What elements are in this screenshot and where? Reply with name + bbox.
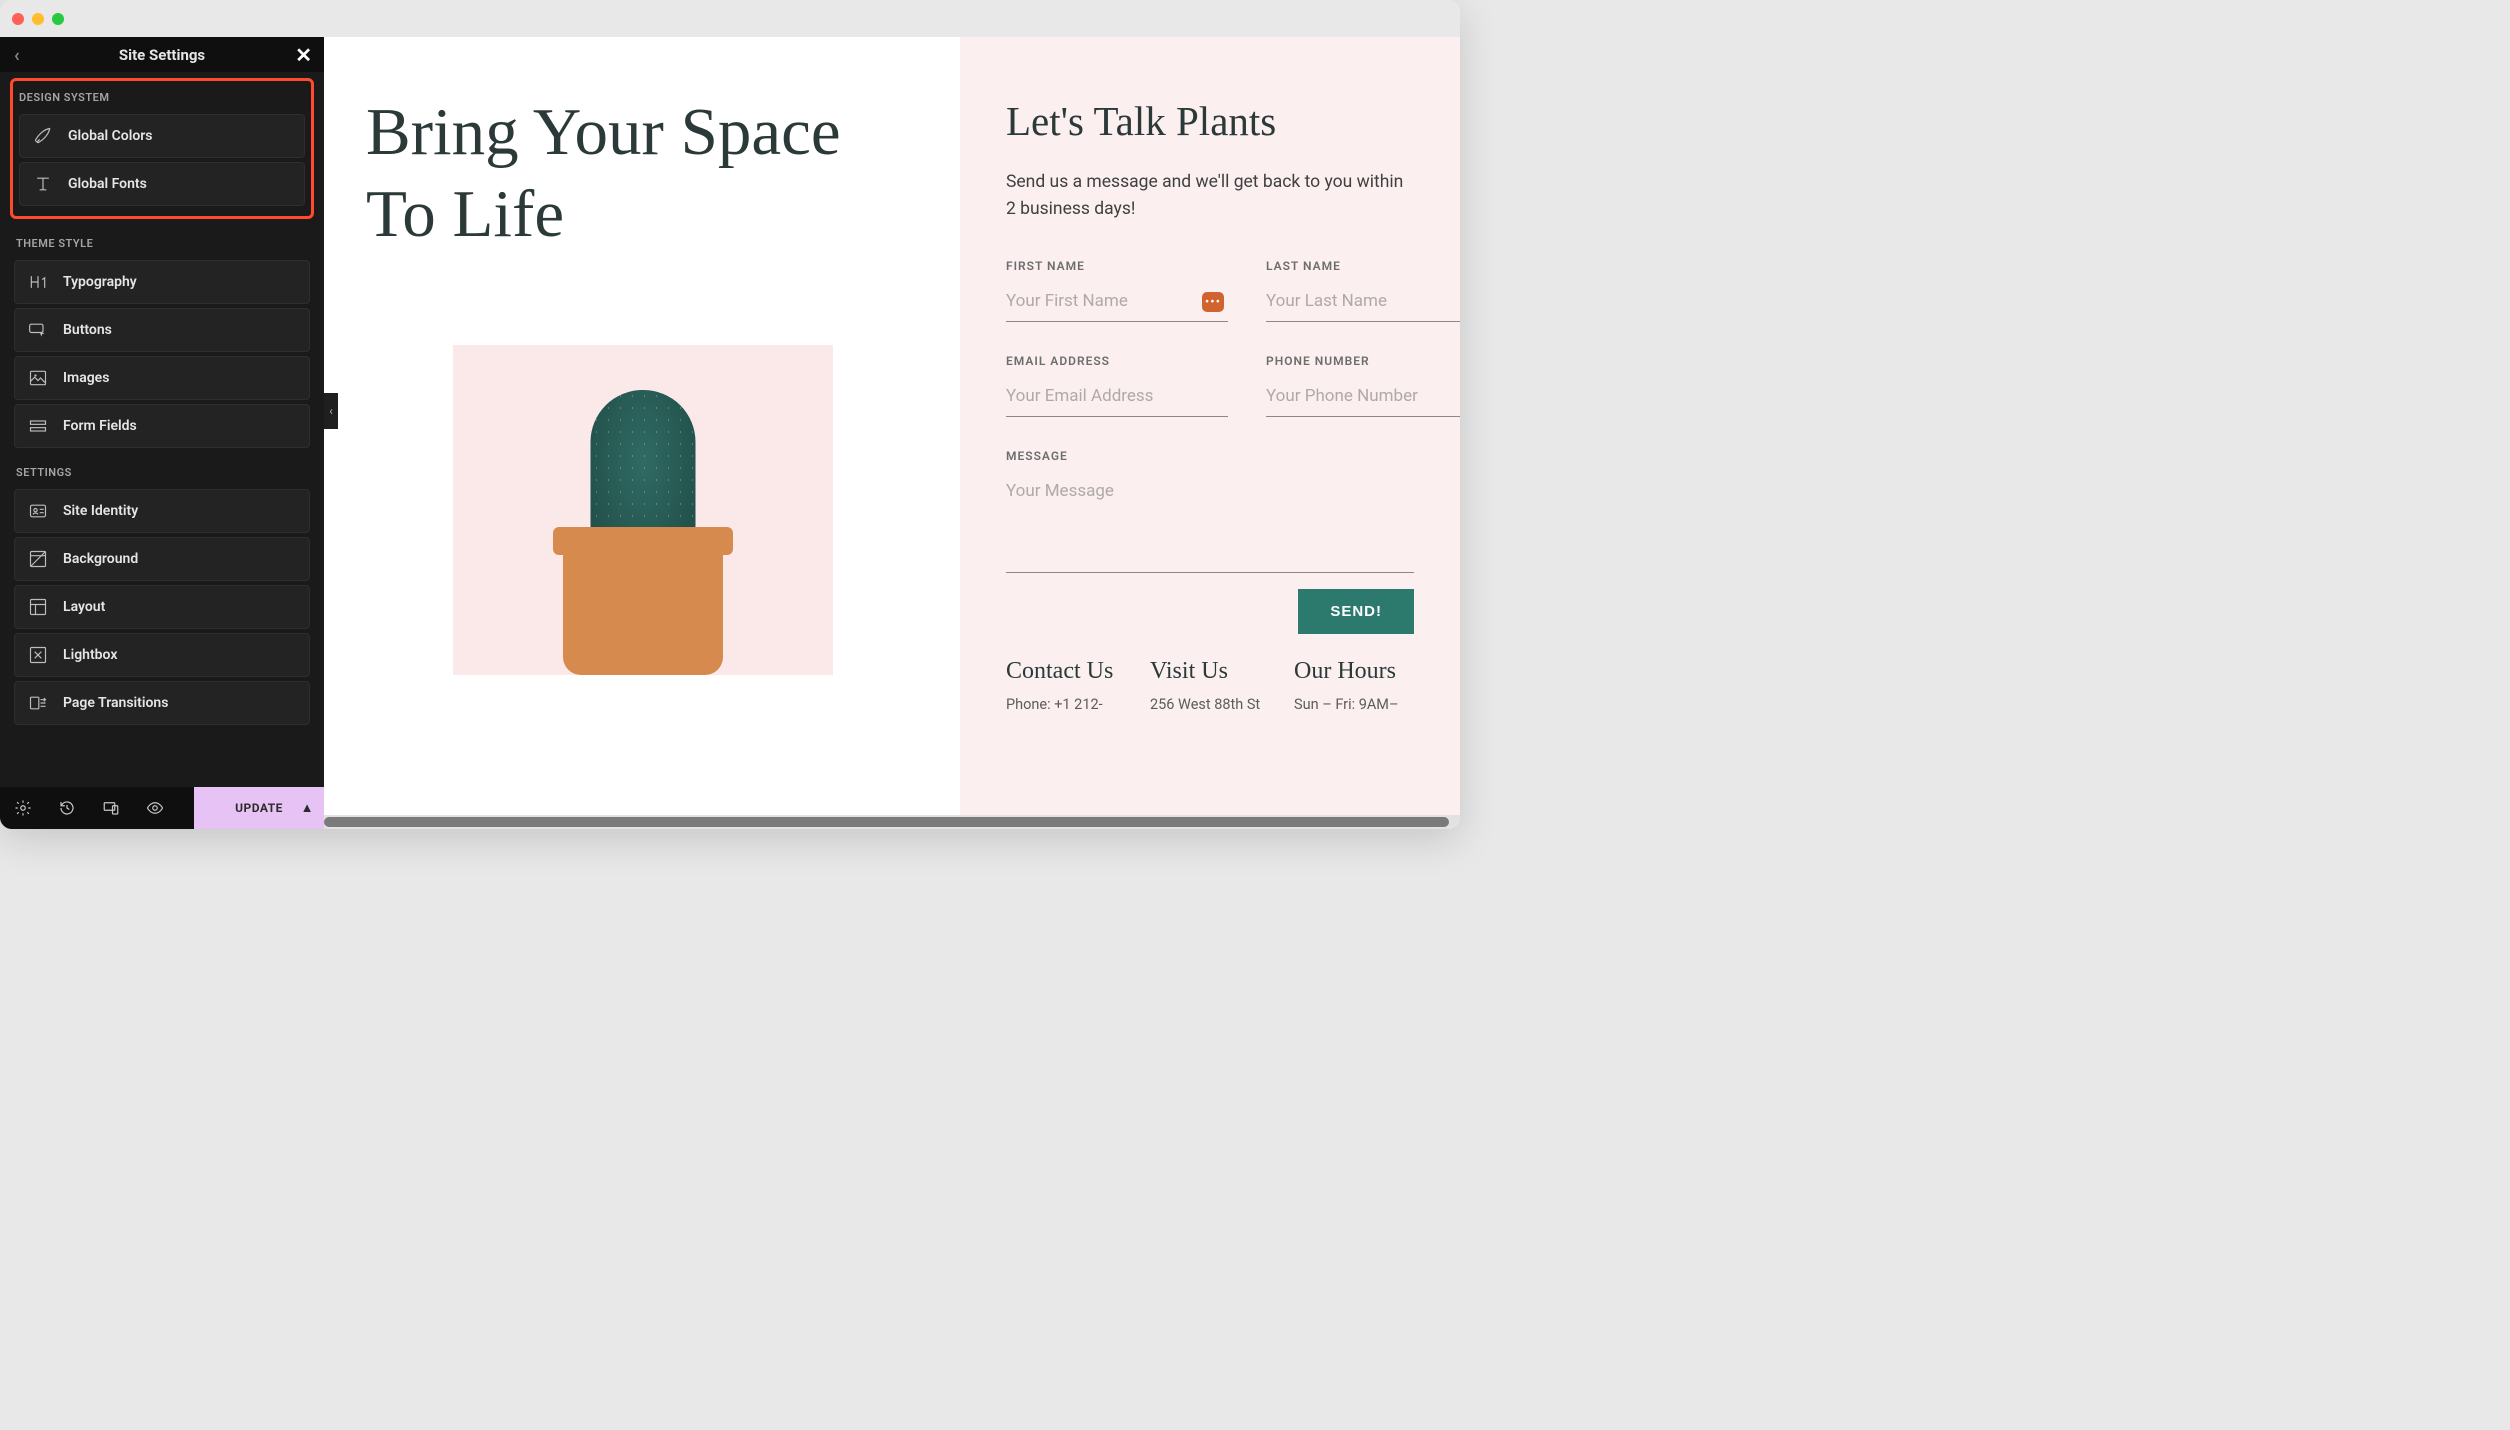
layout-icon (27, 597, 49, 617)
close-icon[interactable]: ✕ (295, 43, 312, 67)
input-message[interactable] (1006, 477, 1414, 573)
footer-tools (0, 787, 194, 829)
field-email: EMAIL ADDRESS (1006, 354, 1228, 417)
panel-item-label: Global Fonts (68, 176, 147, 192)
app-window: ‹ Site Settings ✕ DESIGN SYSTEM Global C… (0, 0, 1460, 829)
panel-item-buttons[interactable]: Buttons (14, 308, 310, 352)
settings-gear-icon[interactable] (14, 799, 32, 817)
input-phone[interactable] (1266, 382, 1460, 417)
hero-headline: Bring Your Space To Life (366, 92, 920, 255)
id-icon (27, 501, 49, 521)
panel-item-label: Page Transitions (63, 695, 168, 711)
panel-item-label: Form Fields (63, 418, 137, 434)
submit-row: SEND! (1006, 589, 1414, 634)
send-button[interactable]: SEND! (1298, 589, 1414, 634)
cursor-button-icon (27, 320, 49, 340)
info-hours: Our Hours Sun – Fri: 9AM– (1294, 658, 1414, 715)
update-label: UPDATE (235, 801, 283, 815)
chevron-up-icon[interactable]: ▲ (301, 800, 314, 816)
form-row-name: FIRST NAME ••• LAST NAME (1006, 259, 1414, 322)
back-icon[interactable]: ‹ (14, 45, 20, 66)
background-icon (27, 549, 49, 569)
panel-footer: UPDATE ▲ (0, 787, 324, 829)
input-first-name[interactable] (1006, 287, 1228, 322)
info-body: 256 West 88th St (1150, 695, 1270, 715)
panel-item-label: Images (63, 370, 109, 386)
section-title-design-system: DESIGN SYSTEM (19, 91, 309, 104)
panel-item-background[interactable]: Background (14, 537, 310, 581)
window-close-icon[interactable] (12, 13, 24, 25)
scrollbar-thumb[interactable] (324, 817, 1449, 827)
hero-section: Bring Your Space To Life (324, 37, 960, 829)
app-body: ‹ Site Settings ✕ DESIGN SYSTEM Global C… (0, 37, 1460, 829)
form-icon (27, 416, 49, 436)
input-email[interactable] (1006, 382, 1228, 417)
contact-title: Let's Talk Plants (1006, 97, 1414, 145)
info-title: Contact Us (1006, 658, 1126, 684)
hero-image (443, 345, 843, 675)
hero-image-pot (563, 545, 723, 675)
field-message: MESSAGE (1006, 449, 1414, 573)
panel-item-label: Buttons (63, 322, 112, 338)
responsive-icon[interactable] (102, 799, 120, 817)
field-first-name: FIRST NAME ••• (1006, 259, 1228, 322)
panel-collapse-handle[interactable]: ‹ (324, 393, 338, 429)
field-phone: PHONE NUMBER (1266, 354, 1460, 417)
section-title-theme-style: THEME STYLE (16, 237, 308, 250)
panel-header: ‹ Site Settings ✕ (0, 37, 324, 72)
label-phone: PHONE NUMBER (1266, 354, 1460, 368)
input-last-name[interactable] (1266, 287, 1460, 322)
transition-icon (27, 693, 49, 713)
autofill-icon[interactable]: ••• (1202, 292, 1224, 312)
type-icon (32, 174, 54, 194)
preview-eye-icon[interactable] (146, 799, 164, 817)
settings-panel: ‹ Site Settings ✕ DESIGN SYSTEM Global C… (0, 37, 324, 829)
window-zoom-icon[interactable] (52, 13, 64, 25)
form-row-contact: EMAIL ADDRESS PHONE NUMBER (1006, 354, 1414, 417)
panel-item-label: Background (63, 551, 138, 567)
contact-subtitle: Send us a message and we'll get back to … (1006, 169, 1414, 223)
label-message: MESSAGE (1006, 449, 1414, 463)
panel-scroll[interactable]: DESIGN SYSTEM Global Colors Global Fonts (0, 72, 324, 787)
preview-canvas: Bring Your Space To Life Let's Talk Plan… (324, 37, 1460, 829)
panel-item-page-transitions[interactable]: Page Transitions (14, 681, 310, 725)
panel-item-form-fields[interactable]: Form Fields (14, 404, 310, 448)
info-visit-us: Visit Us 256 West 88th St (1150, 658, 1270, 715)
info-body: Sun – Fri: 9AM– (1294, 695, 1414, 715)
brush-icon (32, 126, 54, 146)
panel-item-images[interactable]: Images (14, 356, 310, 400)
section-title-settings: SETTINGS (16, 466, 308, 479)
titlebar (0, 0, 1460, 37)
panel-item-label: Lightbox (63, 647, 117, 663)
preview-scrollbar[interactable] (324, 815, 1460, 829)
label-first-name: FIRST NAME (1006, 259, 1228, 273)
label-last-name: LAST NAME (1266, 259, 1460, 273)
design-system-highlight: DESIGN SYSTEM Global Colors Global Fonts (10, 78, 314, 219)
panel-item-label: Site Identity (63, 503, 138, 519)
panel-item-label: Layout (63, 599, 105, 615)
update-button[interactable]: UPDATE ▲ (194, 787, 324, 829)
panel-item-global-fonts[interactable]: Global Fonts (19, 162, 305, 206)
h1-icon (27, 272, 49, 292)
panel-item-site-identity[interactable]: Site Identity (14, 489, 310, 533)
field-last-name: LAST NAME (1266, 259, 1460, 322)
contact-info: Contact Us Phone: +1 212- Visit Us 256 W… (1006, 658, 1414, 715)
info-body: Phone: +1 212- (1006, 695, 1126, 715)
panel-item-global-colors[interactable]: Global Colors (19, 114, 305, 158)
panel-item-typography[interactable]: Typography (14, 260, 310, 304)
panel-item-lightbox[interactable]: Lightbox (14, 633, 310, 677)
history-icon[interactable] (58, 799, 76, 817)
info-title: Our Hours (1294, 658, 1414, 684)
lightbox-icon (27, 645, 49, 665)
panel-item-label: Typography (63, 274, 137, 290)
label-email: EMAIL ADDRESS (1006, 354, 1228, 368)
contact-section: Let's Talk Plants Send us a message and … (960, 37, 1460, 829)
panel-title: Site Settings (119, 46, 205, 64)
panel-item-label: Global Colors (68, 128, 153, 144)
info-contact-us: Contact Us Phone: +1 212- (1006, 658, 1126, 715)
info-title: Visit Us (1150, 658, 1270, 684)
image-icon (27, 368, 49, 388)
panel-item-layout[interactable]: Layout (14, 585, 310, 629)
window-minimize-icon[interactable] (32, 13, 44, 25)
